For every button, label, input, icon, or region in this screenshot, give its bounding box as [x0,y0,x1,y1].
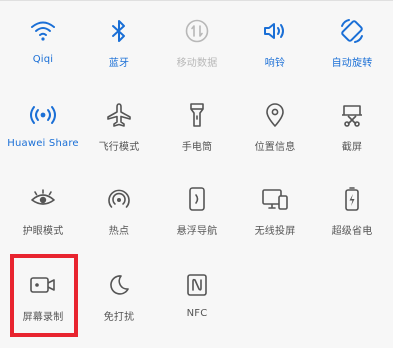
tile-label: 热点 [108,226,130,237]
tile-huawei-share[interactable]: Huawei Share [0,84,86,168]
tile-mobile-data[interactable]: 移动数据 [158,0,236,84]
tile-do-not-disturb[interactable]: 免打扰 [80,254,158,338]
tile-label: 截屏 [341,142,363,153]
tile-label: 自动旋转 [331,58,373,69]
tile-battery-saver[interactable]: 超级省电 [313,168,391,252]
tile-hotspot[interactable]: 热点 [80,168,158,252]
screen-record-highlight-box [10,254,78,337]
location-icon [260,100,290,130]
auto-rotate-icon [337,16,367,46]
tile-label: 护眼模式 [22,226,64,237]
tile-ring[interactable]: 响铃 [236,0,314,84]
battery-saver-icon [337,184,367,214]
tile-label: Qiqi [32,54,54,65]
mobile-data-icon [182,16,212,46]
tile-label: 位置信息 [254,142,296,153]
tile-flashlight[interactable]: 手电筒 [158,84,236,168]
tile-label: 响铃 [264,58,286,69]
tile-wifi[interactable]: Qiqi [4,0,82,84]
tile-airplane-mode[interactable]: 飞行模式 [80,84,158,168]
tile-nfc[interactable]: NFC [158,254,236,338]
eye-comfort-icon [28,184,58,214]
tile-eye-comfort[interactable]: 护眼模式 [4,168,82,252]
hotspot-icon [104,184,134,214]
tile-location[interactable]: 位置信息 [236,84,314,168]
bluetooth-icon [104,16,134,46]
tile-label: Huawei Share [7,138,79,149]
screenshot-icon [337,100,367,130]
huawei-share-icon [28,100,58,130]
tile-wireless-projection[interactable]: 无线投屏 [236,168,314,252]
volume-icon [260,16,290,46]
flashlight-icon [182,100,212,130]
tile-auto-rotate[interactable]: 自动旋转 [313,0,391,84]
tile-label: 超级省电 [331,226,373,237]
wireless-projection-icon [260,184,290,214]
tile-label: NFC [186,308,208,319]
nfc-icon [182,270,212,300]
floating-nav-icon [182,184,212,214]
tile-floating-nav[interactable]: 悬浮导航 [158,168,236,252]
tile-screenshot[interactable]: 截屏 [313,84,391,168]
tile-label: 移动数据 [176,58,218,69]
airplane-icon [104,100,134,130]
tile-label: 无线投屏 [254,226,296,237]
tile-label: 飞行模式 [98,142,140,153]
do-not-disturb-icon [104,270,134,300]
tile-label: 悬浮导航 [176,226,218,237]
tile-label: 免打扰 [103,312,135,323]
tile-bluetooth[interactable]: 蓝牙 [80,0,158,84]
tile-label: 手电筒 [181,142,213,153]
wifi-icon [28,16,58,46]
tile-label: 蓝牙 [108,58,130,69]
